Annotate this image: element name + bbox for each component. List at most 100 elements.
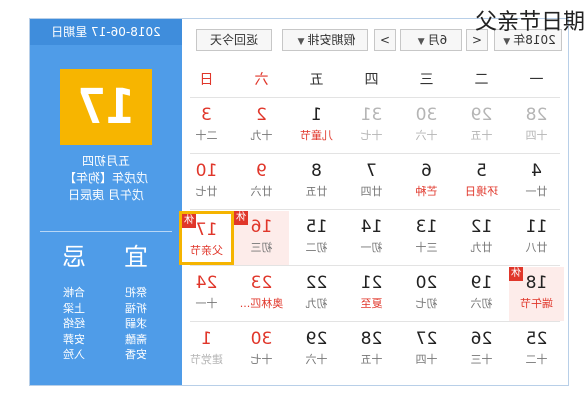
back-to-today-button[interactable]: 返回今天 xyxy=(196,29,272,51)
ji-item: 入殓 xyxy=(63,348,85,361)
day-number: 6 xyxy=(421,161,432,181)
day-cell-selected[interactable]: 17 父亲节休 xyxy=(179,211,234,265)
day-cell[interactable]: 27 十四 xyxy=(399,323,454,377)
day-lunar-label: 廿八 xyxy=(525,241,548,254)
day-cell[interactable]: 12 廿九 xyxy=(454,211,509,265)
day-number: 23 xyxy=(250,273,273,293)
day-number: 15 xyxy=(305,217,328,237)
day-lunar-label: 环境日 xyxy=(465,185,498,198)
rest-day-badge: 休 xyxy=(182,214,196,228)
day-lunar-label: 十一 xyxy=(195,297,218,310)
ji-item: 合帐 xyxy=(63,286,85,299)
day-cell[interactable]: 9 廿六 xyxy=(234,155,289,209)
day-lunar-label: 二十 xyxy=(195,129,218,142)
day-lunar-label: 十二 xyxy=(525,353,548,366)
day-number: 29 xyxy=(470,105,493,125)
calendar-widget: 2018-06-17 星期日 17 五月初四 戊戌年【狗年】 戊午月 庚辰日 宜… xyxy=(29,18,569,386)
day-cell[interactable]: 7 廿四 xyxy=(344,155,399,209)
day-lunar-label: 夏至 xyxy=(360,297,383,310)
rest-day-badge: 休 xyxy=(234,211,248,225)
next-month-button[interactable]: > xyxy=(374,29,396,51)
back-to-today-label: 返回今天 xyxy=(210,33,259,47)
ji-label: 忌 xyxy=(62,243,86,271)
chevron-down-icon: ▼ xyxy=(297,37,305,47)
day-cell[interactable]: 28 十四 xyxy=(509,99,564,153)
day-cell[interactable]: 30 十七 xyxy=(234,323,289,377)
day-number: 20 xyxy=(415,273,438,293)
chevron-right-icon: > xyxy=(379,33,391,47)
day-lunar-label: 三十 xyxy=(415,241,438,254)
day-cell[interactable]: 18 端午节休 xyxy=(509,267,564,321)
yi-label: 宜 xyxy=(124,243,148,271)
row-separator xyxy=(190,209,560,210)
day-cell[interactable]: 2 十九 xyxy=(234,99,289,153)
day-lunar-label: 廿六 xyxy=(250,185,273,198)
day-cell[interactable]: 29 十五 xyxy=(454,99,509,153)
day-cell[interactable]: 29 十六 xyxy=(289,323,344,377)
chevron-down-icon: ▼ xyxy=(503,37,511,47)
day-cell[interactable]: 23 奥林匹... xyxy=(234,267,289,321)
day-lunar-label: 廿五 xyxy=(305,185,328,198)
day-number: 31 xyxy=(360,105,383,125)
ji-item: 安葬 xyxy=(63,332,85,346)
day-number: 13 xyxy=(415,217,438,237)
day-lunar-label: 十六 xyxy=(305,353,328,366)
day-lunar-label: 十五 xyxy=(470,129,493,142)
rest-day-badge: 休 xyxy=(509,267,523,281)
day-number: 5 xyxy=(476,161,487,181)
day-cell[interactable]: 10 廿七 xyxy=(179,155,234,209)
day-number: 22 xyxy=(305,273,328,293)
mirrored-calendar-view: 2018-06-17 星期日 17 五月初四 戊戌年【狗年】 戊午月 庚辰日 宜… xyxy=(0,0,587,400)
weekday-sun: 日 xyxy=(199,72,214,88)
day-cell[interactable]: 14 初一 xyxy=(344,211,399,265)
day-lunar-label: 初九 xyxy=(305,297,328,310)
day-lunar-label: 廿七 xyxy=(195,185,218,198)
day-cell[interactable]: 4 廿一 xyxy=(509,155,564,209)
holiday-schedule-select[interactable]: 假期安排▼ xyxy=(282,29,368,51)
day-cell[interactable]: 1 建党节 xyxy=(179,323,234,377)
selected-date-header: 2018-06-17 星期日 xyxy=(30,19,182,45)
day-cell[interactable]: 25 十二 xyxy=(509,323,564,377)
weekday-tue: 二 xyxy=(474,72,489,88)
day-cell[interactable]: 26 十三 xyxy=(454,323,509,377)
day-number: 27 xyxy=(415,329,438,349)
day-number: 14 xyxy=(360,217,383,237)
day-cell[interactable]: 22 初九 xyxy=(289,267,344,321)
day-cell[interactable]: 24 十一 xyxy=(179,267,234,321)
day-lunar-label: 儿童节 xyxy=(300,129,333,142)
day-lunar-label: 廿一 xyxy=(525,185,548,198)
day-number: 21 xyxy=(360,273,383,293)
yi-list: 祭祀 祈福 求嗣 斋醮 安香 xyxy=(108,285,164,363)
day-lunar-label: 奥林匹... xyxy=(239,297,284,310)
day-cell[interactable]: 15 初二 xyxy=(289,211,344,265)
day-number: 8 xyxy=(311,161,322,181)
watermark-caption: 父亲节日期 xyxy=(474,10,585,35)
day-cell[interactable]: 6 芒种 xyxy=(399,155,454,209)
day-number: 28 xyxy=(525,105,548,125)
weekday-thu: 四 xyxy=(364,72,379,88)
month-select[interactable]: 6月▼ xyxy=(400,29,462,51)
day-cell[interactable]: 1 儿童节 xyxy=(289,99,344,153)
ji-item: 上梁 xyxy=(63,301,85,315)
weekday-fri: 五 xyxy=(309,72,324,88)
day-cell[interactable]: 8 廿五 xyxy=(289,155,344,209)
day-cell[interactable]: 13 三十 xyxy=(399,211,454,265)
day-number: 3 xyxy=(201,105,212,125)
day-cell[interactable]: 3 二十 xyxy=(179,99,234,153)
weekday-sat: 六 xyxy=(254,72,269,88)
day-cell[interactable]: 21 夏至 xyxy=(344,267,399,321)
day-cell[interactable]: 19 初六 xyxy=(454,267,509,321)
day-cell[interactable]: 11 廿八 xyxy=(509,211,564,265)
day-lunar-label: 建党节 xyxy=(190,353,223,366)
month-value: 6月 xyxy=(427,33,448,47)
divider xyxy=(40,231,172,232)
day-cell[interactable]: 16 初三休 xyxy=(234,211,289,265)
day-info-panel: 2018-06-17 星期日 17 五月初四 戊戌年【狗年】 戊午月 庚辰日 宜… xyxy=(30,19,182,385)
day-cell[interactable]: 31 十七 xyxy=(344,99,399,153)
day-cell[interactable]: 5 环境日 xyxy=(454,155,509,209)
day-cell[interactable]: 28 十五 xyxy=(344,323,399,377)
day-cell[interactable]: 30 十六 xyxy=(399,99,454,153)
ji-list: 合帐 上梁 经络 安葬 入殓 xyxy=(46,285,102,363)
big-day-number: 17 xyxy=(60,69,152,145)
day-cell[interactable]: 20 初七 xyxy=(399,267,454,321)
